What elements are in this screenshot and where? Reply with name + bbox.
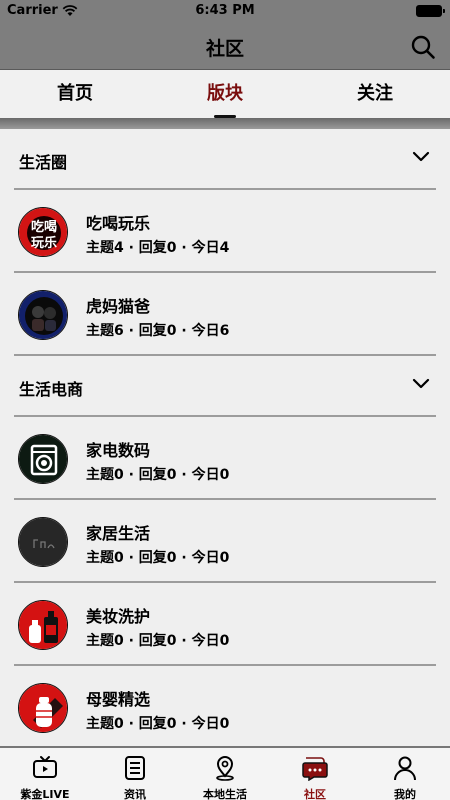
list-item[interactable]: 家电数码 主题0 · 回复0 · 今日0 <box>14 417 436 500</box>
segment-tabs: 首页 版块 关注 <box>0 70 450 118</box>
food-fun-icon: 吃喝 玩乐 <box>18 207 68 257</box>
tab-local-life[interactable]: 本地生活 <box>180 748 270 800</box>
svg-text:吃喝: 吃喝 <box>31 219 57 235</box>
cosmetics-icon <box>18 600 68 650</box>
tab-label: 紫金LIVE <box>20 788 70 800</box>
board-stats: 主题0 · 回复0 · 今日0 <box>86 467 230 483</box>
list-item[interactable]: 虎妈猫爸 主题6 · 回复0 · 今日6 <box>14 273 436 356</box>
board-title: 家电数码 <box>86 441 151 460</box>
chat-icon <box>302 757 328 781</box>
board-stats: 主题0 · 回复0 · 今日0 <box>86 550 230 566</box>
board-stats: 主题4 · 回复0 · 今日4 <box>86 240 230 256</box>
tv-icon <box>33 756 57 778</box>
list-item[interactable]: 吃喝 玩乐 吃喝玩乐 主题4 · 回复0 · 今日4 <box>14 190 436 273</box>
tabs-divider <box>0 118 450 129</box>
tab-following[interactable]: 关注 <box>300 70 450 118</box>
bottom-tab-bar: 紫金LIVE 资讯 本地生活 社区 我的 <box>0 746 450 800</box>
tab-label: 社区 <box>304 788 326 800</box>
home-life-icon <box>18 517 68 567</box>
washing-machine-icon <box>18 434 68 484</box>
board-list[interactable]: 生活圈 吃喝 玩乐 吃喝玩乐 主题4 · 回复0 · 今日4 虎妈猫爸 主题6 … <box>0 129 450 746</box>
battery-icon <box>416 5 445 17</box>
tab-community[interactable]: 社区 <box>270 748 360 800</box>
list-item[interactable]: 美妆洗护 主题0 · 回复0 · 今日0 <box>14 583 436 666</box>
page-title: 社区 <box>205 38 244 60</box>
svg-text:玩乐: 玩乐 <box>31 235 57 251</box>
board-title: 美妆洗护 <box>86 607 151 626</box>
search-icon[interactable] <box>410 34 436 60</box>
tab-label: 资讯 <box>124 788 146 800</box>
board-title: 吃喝玩乐 <box>86 214 151 233</box>
baby-bottle-icon <box>18 683 68 733</box>
section-header-life-circle[interactable]: 生活圈 <box>14 129 436 190</box>
tab-boards[interactable]: 版块 <box>150 70 300 118</box>
tab-zijin-live[interactable]: 紫金LIVE <box>0 748 90 800</box>
news-icon <box>125 756 145 780</box>
board-stats: 主题0 · 回复0 · 今日0 <box>86 633 230 649</box>
top-bar: Carrier 6:43 PM 社区 <box>0 0 450 70</box>
board-stats: 主题6 · 回复0 · 今日6 <box>86 323 230 339</box>
section-header-ecommerce[interactable]: 生活电商 <box>14 356 436 417</box>
list-item[interactable]: 家居生活 主题0 · 回复0 · 今日0 <box>14 500 436 583</box>
chevron-down-icon[interactable] <box>412 151 430 163</box>
profile-icon <box>394 756 416 781</box>
board-stats: 主题0 · 回复0 · 今日0 <box>86 716 230 732</box>
list-item[interactable]: 母婴精选 主题0 · 回复0 · 今日0 <box>14 666 436 746</box>
board-title: 家居生活 <box>86 524 151 543</box>
tab-label: 本地生活 <box>203 788 247 800</box>
tab-label: 我的 <box>394 788 416 800</box>
section-label: 生活圈 <box>19 153 68 172</box>
tab-home[interactable]: 首页 <box>0 70 150 118</box>
chevron-down-icon[interactable] <box>412 378 430 390</box>
status-bar: Carrier 6:43 PM <box>0 0 450 22</box>
parents-icon <box>18 290 68 340</box>
section-label: 生活电商 <box>19 380 84 399</box>
status-time: 6:43 PM <box>195 3 255 18</box>
location-icon <box>216 756 234 781</box>
tab-profile[interactable]: 我的 <box>360 748 450 800</box>
board-title: 虎妈猫爸 <box>86 297 151 316</box>
tab-news[interactable]: 资讯 <box>90 748 180 800</box>
board-title: 母婴精选 <box>86 690 151 709</box>
